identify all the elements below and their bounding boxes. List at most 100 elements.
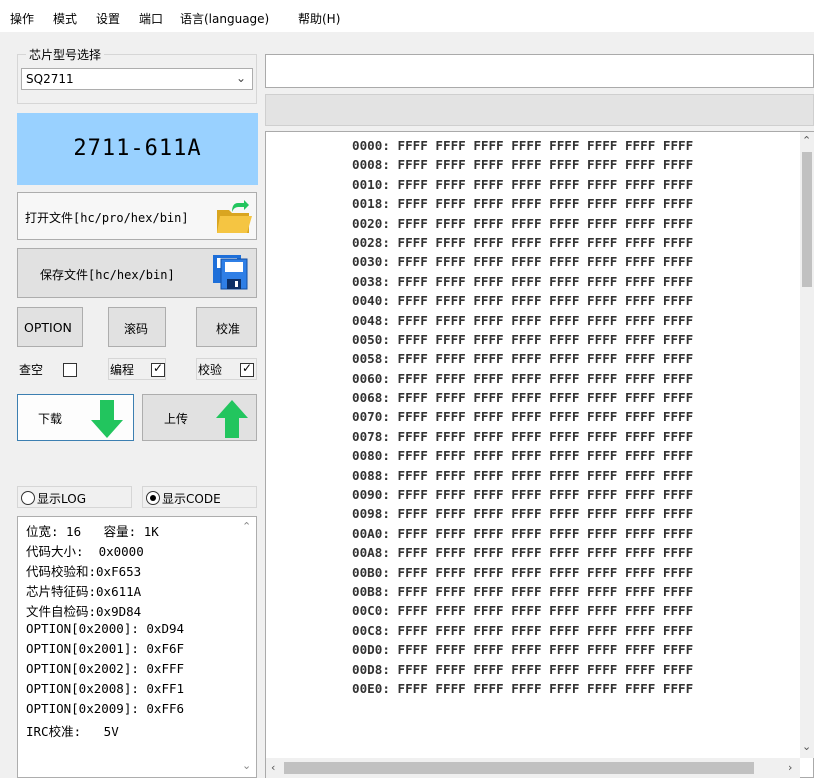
scroll-down-icon[interactable]: ⌄ xyxy=(242,759,251,772)
info-line: 文件自检码:0x9D84 xyxy=(26,604,142,619)
hex-row: 0070: FFFF FFFF FFFF FFFF FFFF FFFF FFFF… xyxy=(352,409,694,425)
verify-checkbox[interactable]: 校验 ✓ xyxy=(196,358,257,380)
hex-row: 0008: FFFF FFFF FFFF FFFF FFFF FFFF FFFF… xyxy=(352,157,694,173)
menu-language[interactable]: 语言(language) xyxy=(180,10,269,27)
info-line: OPTION[0x2008]: 0xFF1 xyxy=(26,681,185,696)
hex-row: 00E0: FFFF FFFF FFFF FFFF FFFF FFFF FFFF… xyxy=(352,680,694,696)
hex-row: 0058: FFFF FFFF FFFF FFFF FFFF FFFF FFFF… xyxy=(352,351,694,367)
hex-row: 00A8: FFFF FFFF FFFF FFFF FFFF FFFF FFFF… xyxy=(352,545,694,561)
menu-help[interactable]: 帮助(H) xyxy=(298,10,340,27)
hex-row: 00C8: FFFF FFFF FFFF FFFF FFFF FFFF FFFF… xyxy=(352,622,694,638)
info-line: OPTION[0x2002]: 0xFFF xyxy=(26,661,185,676)
chevron-down-icon: ⌄ xyxy=(235,71,246,85)
info-line: OPTION[0x2000]: 0xD94 xyxy=(26,621,185,636)
hex-row: 0038: FFFF FFFF FFFF FFFF FFFF FFFF FFFF… xyxy=(352,273,694,289)
arrow-down-icon xyxy=(91,400,123,438)
scramble-button[interactable]: 滚码 xyxy=(108,307,166,347)
hex-row: 0068: FFFF FFFF FFFF FFFF FFFF FFFF FFFF… xyxy=(352,390,694,406)
blank-check-label: 查空 xyxy=(19,363,44,377)
hex-row: 0020: FFFF FFFF FFFF FFFF FFFF FFFF FFFF… xyxy=(352,215,694,231)
hex-row: 0048: FFFF FFFF FFFF FFFF FFFF FFFF FFFF… xyxy=(352,312,694,328)
save-file-button[interactable]: 保存文件[hc/hex/bin] xyxy=(17,248,257,298)
chip-model-value: SQ2711 xyxy=(26,72,74,86)
download-button[interactable]: 下载 xyxy=(17,394,134,441)
hex-row: 0010: FFFF FFFF FFFF FFFF FFFF FFFF FFFF… xyxy=(352,176,694,192)
menu-mode[interactable]: 模式 xyxy=(53,10,77,27)
program-label: 编程 xyxy=(110,363,135,377)
info-line: OPTION[0x2009]: 0xFF6 xyxy=(26,701,185,716)
hex-row: 00B8: FFFF FFFF FFFF FFFF FFFF FFFF FFFF… xyxy=(352,583,694,599)
hex-row: 00A0: FFFF FFFF FFFF FFFF FFFF FFFF FFFF… xyxy=(352,525,694,541)
download-label: 下载 xyxy=(38,412,63,426)
calibrate-label: 校准 xyxy=(216,322,241,336)
hex-row: 0060: FFFF FFFF FFFF FFFF FFFF FFFF FFFF… xyxy=(352,370,694,386)
chip-group-title: 芯片型号选择 xyxy=(26,46,105,63)
chip-id-display: 2711-611A xyxy=(17,113,258,185)
scramble-label: 滚码 xyxy=(124,322,149,336)
arrow-up-icon xyxy=(216,400,248,438)
info-panel: 位宽: 16 容量: 1K 代码大小: 0x0000 代码校验和:0xF653 … xyxy=(17,516,257,778)
hex-row: 0088: FFFF FFFF FFFF FFFF FFFF FFFF FFFF… xyxy=(352,467,694,483)
upload-button[interactable]: 上传 xyxy=(142,394,257,441)
option-label: OPTION xyxy=(24,320,72,335)
menu-bar: 操作 模式 设置 端口 语言(language) 帮助(H) xyxy=(0,0,814,32)
verify-box[interactable]: ✓ xyxy=(240,361,254,377)
verify-label: 校验 xyxy=(198,363,223,377)
open-file-button[interactable]: 打开文件[hc/pro/hex/bin] xyxy=(17,192,257,240)
check-mark-icon: ✓ xyxy=(242,361,253,375)
scroll-down-icon[interactable]: ⌄ xyxy=(802,740,811,753)
program-box[interactable]: ✓ xyxy=(151,361,165,377)
hex-row: 0050: FFFF FFFF FFFF FFFF FFFF FFFF FFFF… xyxy=(352,331,694,347)
info-line: 代码校验和:0xF653 xyxy=(26,564,142,579)
show-log-label: 显示LOG xyxy=(37,492,87,506)
show-code-radio[interactable]: 显示CODE xyxy=(142,486,257,508)
menu-settings[interactable]: 设置 xyxy=(96,10,120,27)
radio-dot-icon xyxy=(150,495,156,501)
info-line: 芯片特征码:0x611A xyxy=(26,584,142,599)
hex-row: 0090: FFFF FFFF FFFF FFFF FFFF FFFF FFFF… xyxy=(352,487,694,503)
option-button[interactable]: OPTION xyxy=(17,307,83,347)
hex-row: 0030: FFFF FFFF FFFF FFFF FFFF FFFF FFFF… xyxy=(352,254,694,270)
info-line: IRC校准: 5V xyxy=(26,724,119,739)
hex-row: 00B0: FFFF FFFF FFFF FFFF FFFF FFFF FFFF… xyxy=(352,564,694,580)
blank-check-box[interactable] xyxy=(63,363,77,377)
scroll-right-icon[interactable]: › xyxy=(788,761,792,774)
chip-id-text: 2711-611A xyxy=(73,136,202,161)
show-log-radio-button[interactable] xyxy=(21,491,35,505)
blank-check-checkbox[interactable]: 查空 xyxy=(17,358,83,380)
show-code-radio-button[interactable] xyxy=(146,491,160,505)
show-log-radio[interactable]: 显示LOG xyxy=(17,486,132,508)
progress-bar xyxy=(265,94,814,126)
chip-model-select[interactable]: SQ2711 ⌄ xyxy=(21,68,253,90)
hex-row: 0098: FFFF FFFF FFFF FFFF FFFF FFFF FFFF… xyxy=(352,506,694,522)
scroll-thumb[interactable] xyxy=(284,762,754,774)
check-mark-icon: ✓ xyxy=(153,361,164,375)
calibrate-button[interactable]: 校准 xyxy=(196,307,257,347)
open-file-label: 打开文件[hc/pro/hex/bin] xyxy=(25,211,189,225)
hex-row: 0078: FFFF FFFF FFFF FFFF FFFF FFFF FFFF… xyxy=(352,428,694,444)
hex-code-panel[interactable]: 0000: FFFF FFFF FFFF FFFF FFFF FFFF FFFF… xyxy=(265,131,814,778)
folder-open-icon xyxy=(214,198,254,239)
scroll-up-icon[interactable]: ⌃ xyxy=(242,520,251,533)
hex-lines: 0000: FFFF FFFF FFFF FFFF FFFF FFFF FFFF… xyxy=(352,136,693,698)
info-line: 位宽: 16 容量: 1K xyxy=(26,524,159,539)
menu-operate[interactable]: 操作 xyxy=(10,10,34,27)
hex-row: 00C0: FFFF FFFF FFFF FFFF FFFF FFFF FFFF… xyxy=(352,603,694,619)
menu-port[interactable]: 端口 xyxy=(139,10,163,27)
hex-vertical-scrollbar[interactable]: ⌃ ⌄ xyxy=(800,132,814,758)
hex-row: 0080: FFFF FFFF FFFF FFFF FFFF FFFF FFFF… xyxy=(352,448,694,464)
show-code-label: 显示CODE xyxy=(162,492,221,506)
hex-row: 0040: FFFF FFFF FFFF FFFF FFFF FFFF FFFF… xyxy=(352,293,694,309)
info-scrollbar[interactable]: ⌃ ⌄ xyxy=(237,517,256,777)
hex-row: 0028: FFFF FFFF FFFF FFFF FFFF FFFF FFFF… xyxy=(352,234,694,250)
scroll-up-icon[interactable]: ⌃ xyxy=(802,134,811,147)
info-line: 代码大小: 0x0000 xyxy=(26,544,144,559)
hex-row: 0000: FFFF FFFF FFFF FFFF FFFF FFFF FFFF… xyxy=(352,138,694,153)
program-checkbox[interactable]: 编程 ✓ xyxy=(108,358,166,380)
upload-label: 上传 xyxy=(164,412,189,426)
info-line: OPTION[0x2001]: 0xF6F xyxy=(26,641,185,656)
save-file-label: 保存文件[hc/hex/bin] xyxy=(40,268,175,282)
scroll-thumb[interactable] xyxy=(802,152,812,287)
scroll-left-icon[interactable]: ‹ xyxy=(271,761,275,774)
hex-horizontal-scrollbar[interactable]: ‹ › xyxy=(266,758,800,778)
